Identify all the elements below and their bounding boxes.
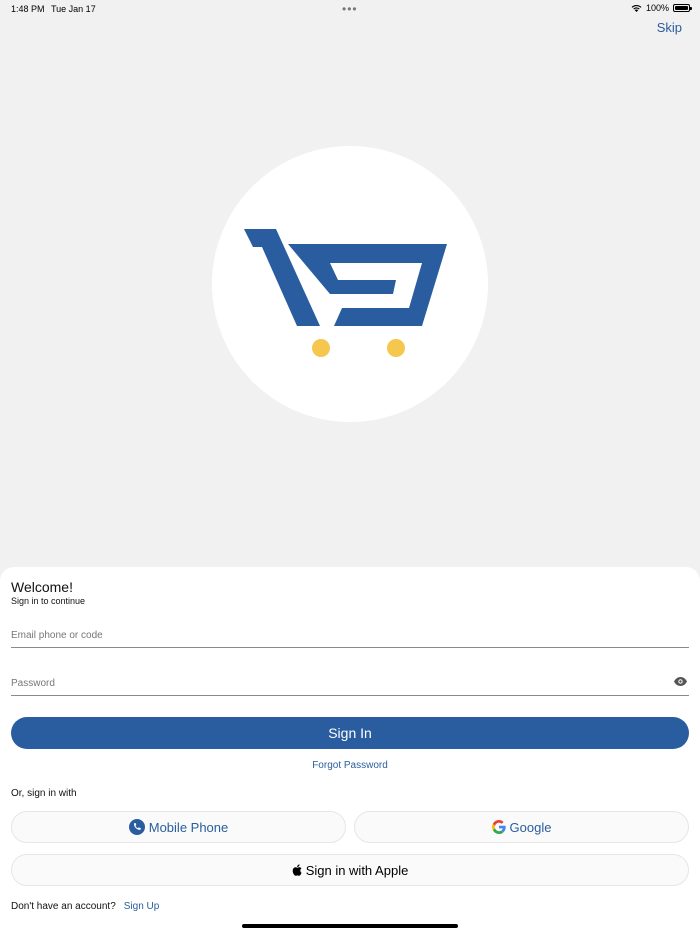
google-icon [491,820,506,834]
battery-percent: 100% [645,3,669,13]
password-field [11,664,689,696]
google-button[interactable]: Google [354,811,689,843]
signup-link[interactable]: Sign Up [124,901,160,912]
signin-button[interactable]: Sign In [11,717,689,749]
or-signin-label: Or, sign in with [11,788,77,799]
battery-icon [673,4,692,12]
multitasking-dots[interactable]: ••• [342,2,358,16]
no-account-label: Don't have an account? [11,901,116,912]
home-indicator[interactable] [242,924,458,928]
wifi-icon [631,4,642,12]
welcome-subtitle: Sign in to continue [11,596,86,606]
signin-sheet: Welcome! Sign in to continue Sign In For… [0,567,700,934]
status-date: Tue Jan 17 [51,4,96,14]
apple-signin-button[interactable]: Sign in with Apple [11,854,689,886]
status-time: 1:48 PM [11,4,45,14]
password-input[interactable] [11,664,689,695]
show-password-icon[interactable] [674,677,687,686]
mobile-phone-button[interactable]: Mobile Phone [11,811,346,843]
apple-icon [292,864,302,876]
mobile-phone-label: Mobile Phone [148,819,229,835]
status-indicators: 100% [631,3,692,13]
apple-signin-label: Sign in with Apple [305,862,409,878]
forgot-password-label[interactable]: Forgot Password [312,760,388,771]
email-field [11,616,689,648]
signup-row: Don't have an account? Sign Up [11,901,159,912]
status-bar: 1:48 PM Tue Jan 17 ••• 100% [0,0,700,18]
shopping-cart-logo [244,229,447,357]
forgot-password-link: Forgot Password [0,760,700,771]
welcome-title: Welcome! [11,579,73,595]
skip-button[interactable]: Skip [657,20,682,35]
logo-circle [212,146,488,422]
google-label: Google [509,819,552,835]
email-input[interactable] [11,616,689,647]
phone-icon [128,819,145,835]
